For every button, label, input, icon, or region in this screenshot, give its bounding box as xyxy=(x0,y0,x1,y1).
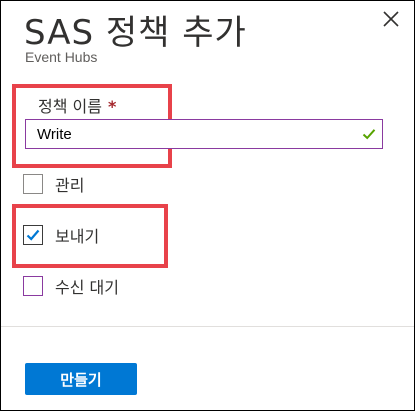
send-checkbox[interactable] xyxy=(23,225,43,245)
required-marker: * xyxy=(107,97,117,116)
close-button[interactable] xyxy=(380,8,402,30)
manage-checkbox[interactable] xyxy=(23,174,43,194)
page-title: SAS 정책 추가 xyxy=(24,13,247,53)
page-subtitle: Event Hubs xyxy=(25,49,98,65)
listen-label: 수신 대기 xyxy=(55,278,119,297)
manage-label: 관리 xyxy=(55,176,85,195)
policy-name-input[interactable] xyxy=(26,120,357,148)
checkmark-icon xyxy=(362,129,376,140)
create-button[interactable]: 만들기 xyxy=(25,363,137,395)
close-icon xyxy=(383,11,399,27)
listen-checkbox[interactable] xyxy=(23,276,43,296)
policy-name-field[interactable] xyxy=(25,119,383,149)
option-send[interactable]: 보내기 xyxy=(23,222,99,248)
footer-divider xyxy=(1,326,414,327)
send-label: 보내기 xyxy=(55,227,100,246)
add-sas-policy-blade: SAS 정책 추가 Event Hubs 정책 이름* 관리 보내기 수신 대기 xyxy=(0,0,415,411)
option-manage[interactable]: 관리 xyxy=(23,171,84,197)
policy-name-label: 정책 이름 * xyxy=(38,97,117,116)
checkbox-checkmark-icon xyxy=(26,229,40,241)
option-listen[interactable]: 수신 대기 xyxy=(23,273,119,299)
